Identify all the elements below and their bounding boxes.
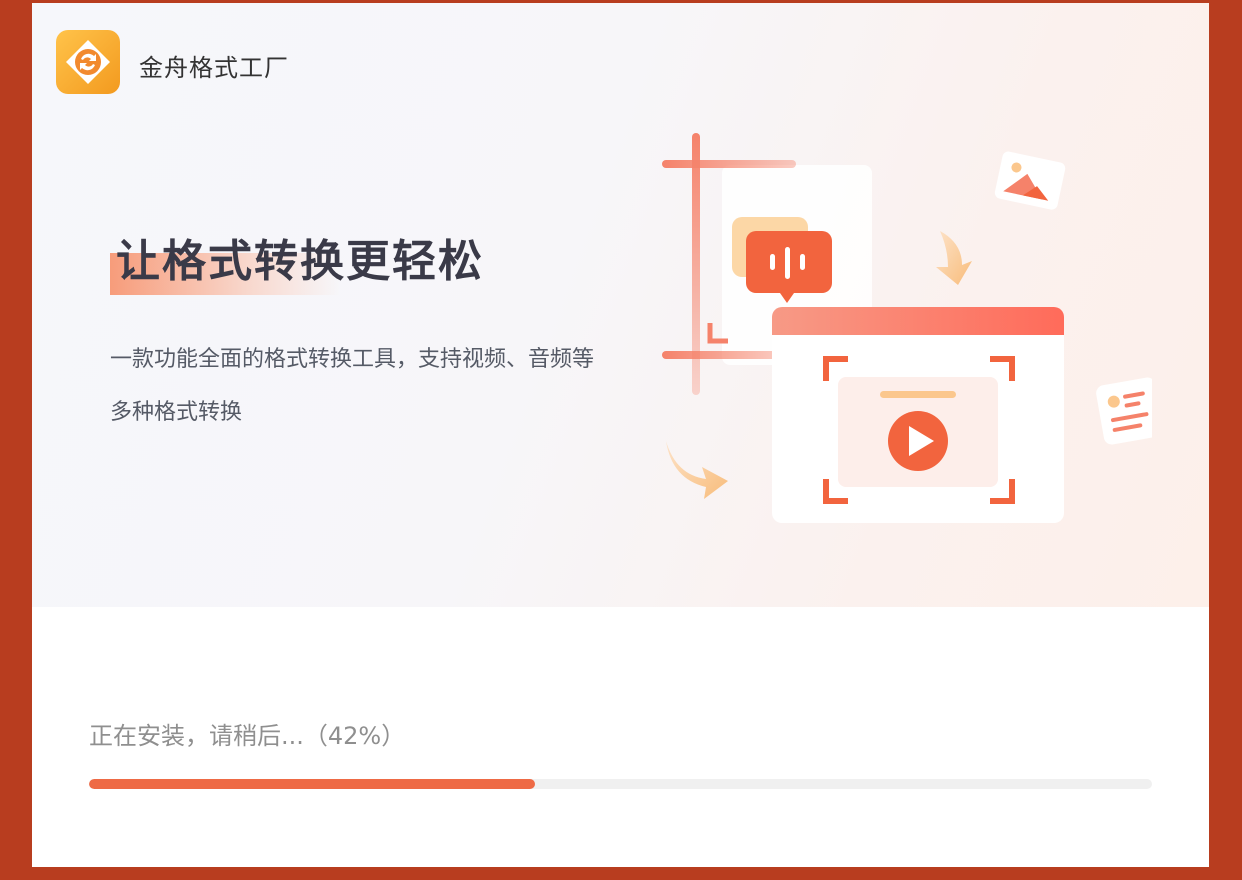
format-convert-logo-icon	[56, 30, 120, 94]
installer-window: 金舟格式工厂 让格式转换更轻松 一款功能全面的格式转换工具，支持视频、音频等多种…	[32, 3, 1209, 867]
install-progress-bar	[89, 779, 1152, 789]
format-conversion-illustration	[662, 133, 1152, 523]
hero-banner: 金舟格式工厂 让格式转换更轻松 一款功能全面的格式转换工具，支持视频、音频等多种…	[32, 3, 1209, 607]
slogan-heading: 让格式转换更轻松	[116, 236, 484, 287]
install-status-text: 正在安装，请稍后...（42%）	[89, 722, 406, 750]
app-title: 金舟格式工厂	[139, 54, 289, 82]
install-progress-fill	[89, 779, 536, 789]
product-description: 一款功能全面的格式转换工具，支持视频、音频等多种格式转换	[110, 347, 595, 425]
